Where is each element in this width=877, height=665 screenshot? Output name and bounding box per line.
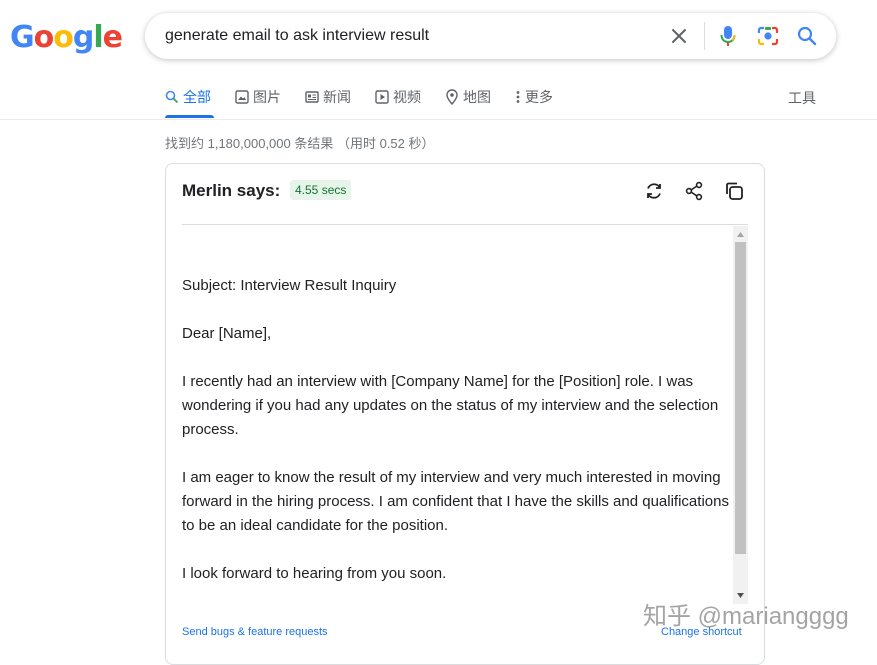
email-paragraph: I recently had an interview with [Compan… [182,373,719,438]
logo-letter: o [33,20,55,55]
tab-maps[interactable]: 地图 [445,86,491,108]
email-closing: I look forward to hearing from you soon. [182,565,447,582]
search-box [145,13,836,59]
watermark: 知乎 @mariangggg [643,603,849,630]
logo-letter: l [93,20,103,55]
tab-label: 更多 [525,89,553,105]
logo-letter: e [102,20,123,55]
logo-letter: g [72,20,95,55]
merlin-title: Merlin says: [182,181,281,200]
result-stats: 找到约 1,180,000,000 条结果 （用时 0.52 秒） [165,136,435,151]
tab-label: 全部 [183,89,211,105]
email-subject: Subject: Interview Result Inquiry [182,277,397,294]
tab-label: 地图 [463,89,491,105]
tab-all[interactable]: 全部 [165,86,211,108]
copy-icon[interactable] [722,179,746,203]
share-icon[interactable] [682,179,706,203]
camera-lens-icon[interactable] [756,24,780,48]
microphone-icon[interactable] [716,24,740,48]
tab-label: 新闻 [323,89,351,105]
tab-news[interactable]: 新闻 [305,86,351,108]
logo-letter: o [53,20,74,55]
play-icon [375,90,389,104]
tab-more[interactable]: 更多 [515,86,553,108]
tab-label: 视频 [393,89,421,105]
clear-icon[interactable] [667,24,691,48]
tools-button[interactable]: 工具 [788,88,816,108]
send-bugs-link[interactable]: Send bugs & feature requests [182,626,328,638]
refresh-icon[interactable] [642,179,666,203]
tab-label: 图片 [253,89,281,105]
email-content: Subject: Interview Result Inquiry Dear [… [182,274,730,610]
tab-images[interactable]: 图片 [235,86,281,108]
more-vert-icon [516,91,520,103]
merlin-panel: Merlin says: 4.55 secs Subject: Intervie… [165,163,765,665]
search-icon [165,90,179,104]
news-icon [305,91,319,103]
response-time-badge: 4.55 secs [290,180,352,200]
tab-videos[interactable]: 视频 [375,86,421,108]
active-tab-indicator [165,115,214,118]
panel-divider [182,224,748,225]
logo-letter: G [10,20,35,55]
content-scrollbar[interactable] [733,226,748,604]
scroll-up-arrow-icon[interactable] [733,227,748,241]
header-divider [0,119,877,120]
search-input[interactable] [165,24,645,48]
search-icon[interactable] [795,24,819,48]
google-logo[interactable]: Google [10,20,123,55]
email-paragraph: I am eager to know the result of my inte… [182,469,729,534]
image-icon [235,90,249,104]
scroll-thumb[interactable] [735,242,746,554]
map-pin-icon [446,89,458,105]
email-greeting: Dear [Name], [182,325,272,342]
search-tabs: 全部 图片 新闻 视频 地图 更多 [165,86,577,118]
search-divider [704,22,705,50]
